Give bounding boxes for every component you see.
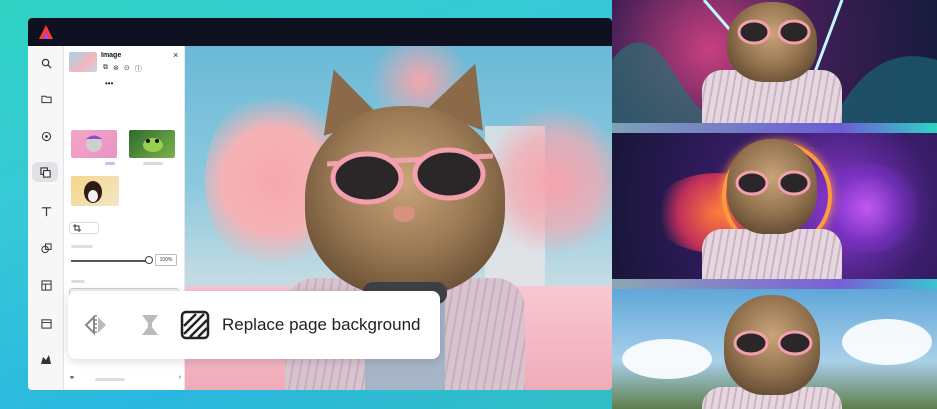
crop-button[interactable] [69, 222, 99, 234]
image-option-1[interactable] [71, 130, 117, 158]
image-option-2-caption [143, 162, 163, 165]
variant-image-neon-ring[interactable] [612, 133, 937, 279]
tile-divider [612, 279, 937, 289]
calendar-icon[interactable] [37, 314, 55, 332]
quick-actions-bar: Replace page background [68, 291, 440, 359]
replace-background-icon[interactable] [180, 310, 210, 340]
pink-smoke [485, 106, 612, 256]
sunglasses [735, 170, 811, 196]
cat-nose [393, 206, 415, 222]
sunglasses [737, 19, 811, 45]
image-option-3[interactable] [71, 176, 119, 206]
image-option-2[interactable] [129, 130, 175, 158]
crop-tool-icon[interactable]: ⧉ [103, 64, 108, 74]
top-bar [28, 18, 612, 46]
image-option-1-caption [105, 162, 115, 165]
panel-footer[interactable]: ⚭ › [69, 374, 181, 388]
opacity-slider-handle[interactable] [145, 256, 153, 264]
more-icon[interactable]: ••• [105, 79, 113, 88]
sunglasses [326, 147, 494, 205]
adobe-express-logo[interactable] [38, 24, 54, 40]
tile-divider [612, 123, 937, 133]
text-icon[interactable] [37, 202, 55, 220]
blend-label [71, 280, 85, 283]
remove-background-icon[interactable] [136, 311, 164, 339]
replace-page-background-label[interactable]: Replace page background [222, 315, 420, 335]
close-icon[interactable]: × [173, 50, 178, 60]
flip-icon[interactable] [82, 311, 110, 339]
panel-title: Image [101, 52, 122, 59]
cat-jacket [702, 229, 842, 279]
templates-icon[interactable] [37, 276, 55, 294]
selected-image-thumbnail[interactable] [69, 52, 97, 72]
plugins-icon[interactable] [37, 350, 55, 368]
footer-label [95, 378, 125, 381]
opacity-slider-track[interactable] [71, 260, 149, 262]
cloud [842, 319, 932, 365]
effects-icon: ⚭ [69, 375, 75, 382]
folder-icon[interactable] [37, 90, 55, 108]
search-icon[interactable] [37, 54, 55, 72]
shapes-icon[interactable] [37, 239, 55, 257]
chevron-right-icon: › [178, 374, 181, 381]
lock-tool-icon[interactable]: ⊙ [124, 64, 130, 74]
cloud [622, 339, 712, 379]
variant-image-sky[interactable] [612, 289, 937, 409]
left-rail [28, 46, 64, 390]
opacity-value[interactable]: 100% [155, 254, 177, 266]
media-icon[interactable] [32, 162, 58, 182]
image-tools: ⧉ ⊛ ⊙ ⓘ [103, 64, 142, 74]
brand-icon[interactable] [37, 127, 55, 145]
effects-tool-icon[interactable]: ⊛ [113, 64, 119, 74]
info-tool-icon[interactable]: ⓘ [135, 64, 142, 74]
variant-image-neon-jungle[interactable] [612, 0, 937, 123]
sunglasses [733, 330, 813, 356]
opacity-label [71, 245, 93, 248]
